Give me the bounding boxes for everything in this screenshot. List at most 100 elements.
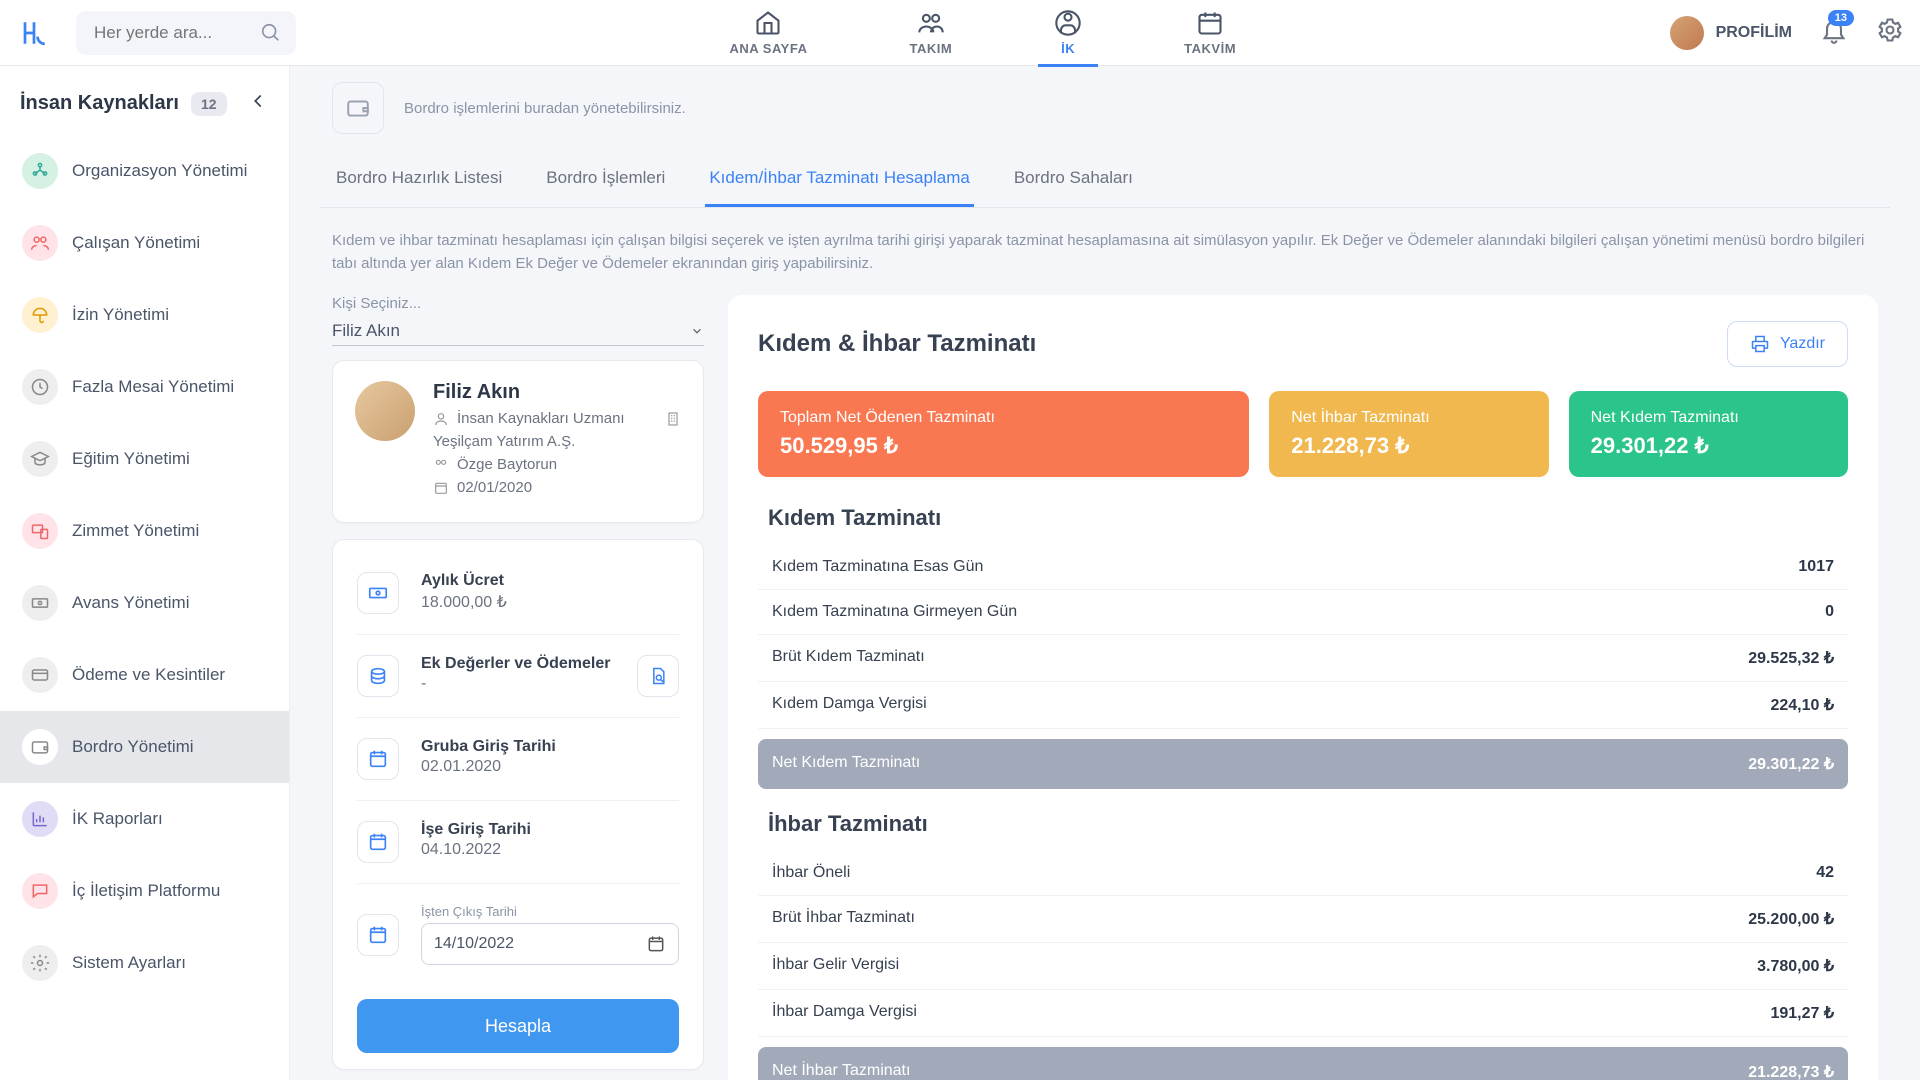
select-label: Kişi Seçiniz... [332,295,704,312]
menu-label: Eğitim Yönetimi [72,449,190,469]
nav-label: TAKVİM [1184,41,1236,56]
results-panel: Kıdem & İhbar Tazminatı Yazdır Toplam Ne… [728,295,1878,1080]
sidebar-item-payments[interactable]: Ödeme ve Kesintiler [0,639,289,711]
stat-label: Ek Değerler ve Ödemeler [421,655,615,673]
menu-label: Sistem Ayarları [72,953,186,973]
avatar [355,381,415,441]
coins-icon [357,655,399,697]
sidebar-count: 12 [191,92,227,116]
form-column: Kişi Seçiniz... Filiz Akın Filiz Akın İn… [332,295,704,1080]
sidebar-item-payroll[interactable]: Bordro Yönetimi [0,711,289,783]
tab-severance[interactable]: Kıdem/İhbar Tazminatı Hesaplama [705,152,973,207]
sidebar-item-org[interactable]: Organizasyon Yönetimi [0,135,289,207]
menu-label: İzin Yönetimi [72,305,169,325]
subtotal-row: Net İhbar Tazminatı21.228,73 ₺ [758,1047,1848,1080]
nav-label: İK [1061,41,1075,56]
tab-ops[interactable]: Bordro İşlemleri [542,152,669,207]
stat-value: 04.10.2022 [421,841,679,859]
wallet-icon [30,737,50,757]
ihbar-title: İhbar Tazminatı [768,811,1838,837]
sidebar-item-training[interactable]: Eğitim Yönetimi [0,423,289,495]
menu-label: İK Raporları [72,809,163,829]
tab-prep[interactable]: Bordro Hazırlık Listesi [332,152,506,207]
search-icon [260,22,282,44]
nav-calendar[interactable]: TAKVİM [1168,0,1252,66]
sidebar-item-employees[interactable]: Çalışan Yönetimi [0,207,289,279]
table-row: Brüt Kıdem Tazminatı29.525,32 ₺ [758,635,1848,682]
calendar-icon [357,914,399,956]
sidebar-item-asset[interactable]: Zimmet Yönetimi [0,495,289,567]
card-kidem: Net Kıdem Tazminatı29.301,22 ₺ [1569,391,1848,477]
print-button[interactable]: Yazdır [1727,321,1848,367]
document-search-icon [648,666,668,686]
extra-details-button[interactable] [637,655,679,697]
sidebar: İnsan Kaynakları 12 Organizasyon Yönetim… [0,66,290,1080]
calendar-icon [357,738,399,780]
chevron-down-icon [690,324,704,338]
page-description: Kıdem ve ihbar tazminatı hesaplaması içi… [320,208,1890,287]
profile-link[interactable]: PROFİLİM [1670,16,1792,50]
card-icon [30,665,50,685]
graduation-icon [30,449,50,469]
sidebar-item-reports[interactable]: İK Raporları [0,783,289,855]
person-select[interactable]: Filiz Akın [332,316,704,346]
topnav: ANA SAYFA TAKIM İK TAKVİM PROFİLİM 13 [0,0,1920,66]
tab-fields[interactable]: Bordro Sahaları [1010,152,1137,207]
people-icon [30,233,50,253]
chart-icon [30,809,50,829]
sidebar-item-advance[interactable]: Avans Yönetimi [0,567,289,639]
notif-badge: 13 [1828,10,1854,26]
person-card: Filiz Akın İnsan Kaynakları Uzmanı Yeşil… [332,360,704,523]
kidem-title: Kıdem Tazminatı [768,505,1838,531]
stat-label: İşten Çıkış Tarihi [421,904,679,919]
person-start: 02/01/2020 [457,479,532,496]
calendar-icon [646,934,666,954]
nav-hr[interactable]: İK [1038,0,1098,66]
topnav-right: PROFİLİM 13 [1670,16,1904,50]
collapse-button[interactable] [247,90,269,117]
page-subtitle: Bordro işlemlerini buradan yönetebilirsi… [404,100,686,117]
person-name: Filiz Akın [433,381,681,404]
selected-value: Filiz Akın [332,321,400,341]
sidebar-item-leave[interactable]: İzin Yönetimi [0,279,289,351]
cash-icon [357,572,399,614]
nav-team[interactable]: TAKIM [893,0,968,66]
team-icon [917,9,945,37]
sidebar-item-overtime[interactable]: Fazla Mesai Yönetimi [0,351,289,423]
stats-card: Aylık Ücret18.000,00 ₺ Ek Değerler ve Öd… [332,539,704,1070]
table-row: İhbar Damga Vergisi191,27 ₺ [758,990,1848,1037]
nav-home[interactable]: ANA SAYFA [714,0,824,66]
menu-label: Ödeme ve Kesintiler [72,665,225,685]
person-company: Yeşilçam Yatırım A.Ş. [433,433,575,450]
logo [16,15,52,51]
settings-button[interactable] [1876,16,1904,49]
nav-label: TAKIM [909,41,952,56]
sidebar-header: İnsan Kaynakları 12 [0,66,289,135]
table-row: Kıdem Tazminatına Girmeyen Gün0 [758,590,1848,635]
notifications[interactable]: 13 [1820,16,1848,49]
stat-label: Gruba Giriş Tarihi [421,738,679,756]
avatar [1670,16,1704,50]
table-row: Kıdem Damga Vergisi224,10 ₺ [758,682,1848,729]
stat-value: 18.000,00 ₺ [421,592,679,612]
calendar-icon [1196,9,1224,37]
date-value: 14/10/2022 [434,935,514,953]
menu-label: Avans Yönetimi [72,593,190,613]
sidebar-item-internal[interactable]: İç İletişim Platformu [0,855,289,927]
cash-icon [30,593,50,613]
menu-label: Organizasyon Yönetimi [72,161,247,181]
print-label: Yazdır [1780,335,1825,353]
exit-date-input[interactable]: 14/10/2022 [421,923,679,965]
nav-label: ANA SAYFA [730,41,808,56]
page-icon [332,82,384,134]
umbrella-icon [30,305,50,325]
sidebar-item-settings[interactable]: Sistem Ayarları [0,927,289,999]
person-manager: Özge Baytorun [457,456,557,473]
results-column: Kıdem & İhbar Tazminatı Yazdır Toplam Ne… [728,295,1878,1080]
calculate-button[interactable]: Hesapla [357,999,679,1053]
content: Bordro işlemlerini buradan yönetebilirsi… [290,66,1920,1080]
tabs: Bordro Hazırlık Listesi Bordro İşlemleri… [320,152,1890,208]
search-wrap [76,11,296,55]
table-row: İhbar Öneli42 [758,851,1848,896]
menu-label: Zimmet Yönetimi [72,521,199,541]
